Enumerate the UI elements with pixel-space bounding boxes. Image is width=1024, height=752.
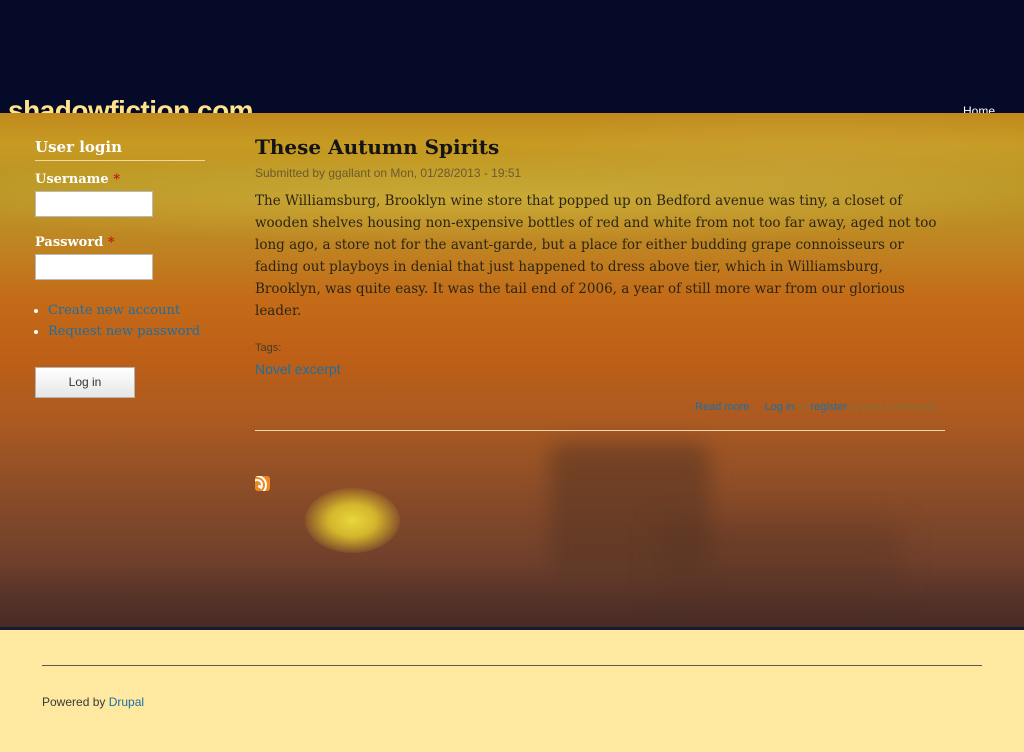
username-input[interactable] xyxy=(35,191,153,217)
node-title-link[interactable]: These Autumn Spirits xyxy=(255,135,945,159)
drupal-link[interactable]: Drupal xyxy=(109,695,144,709)
login-link[interactable]: Log in xyxy=(765,401,795,413)
password-input[interactable] xyxy=(35,254,153,280)
username-label: Username * xyxy=(35,172,205,188)
request-password-link[interactable]: Request new password xyxy=(48,324,200,339)
create-account-link[interactable]: Create new account xyxy=(48,303,180,318)
node-links: Read more Log in or register to post com… xyxy=(255,400,945,414)
background-ground xyxy=(0,563,1024,627)
tag-link-novel-excerpt[interactable]: Novel excerpt xyxy=(255,361,341,378)
powered-by-text: Powered by xyxy=(42,695,106,709)
site-name-link[interactable]: shadowfiction.com xyxy=(8,95,254,113)
required-marker: * xyxy=(107,235,115,250)
list-item: Request new password xyxy=(48,321,205,342)
register-link[interactable]: register xyxy=(810,401,847,413)
login-button[interactable]: Log in xyxy=(35,367,135,398)
nav-home-link[interactable]: Home xyxy=(963,104,995,113)
background-sun xyxy=(305,488,400,553)
user-login-title: User login xyxy=(35,137,205,161)
site-header: shadowfiction.com Home xyxy=(0,0,1024,113)
divider xyxy=(42,665,982,666)
password-label: Password * xyxy=(35,235,205,251)
main-region: User login Username * Password * Create … xyxy=(0,113,1024,627)
account-links: Create new account Request new password xyxy=(35,300,205,342)
site-footer: Powered by Drupal xyxy=(0,630,1024,752)
read-more-link[interactable]: Read more xyxy=(695,401,749,413)
user-login-block: User login Username * Password * Create … xyxy=(35,137,205,398)
node-article: These Autumn Spirits Submitted by ggalla… xyxy=(255,135,945,491)
or-text: or xyxy=(797,401,808,413)
username-label-text: Username xyxy=(35,172,109,187)
tags-label: Tags: xyxy=(255,342,282,354)
node-body: The Williamsburg, Brooklyn wine store th… xyxy=(255,193,937,319)
divider xyxy=(255,430,945,431)
submitted-info: Submitted by ggallant on Mon, 01/28/2013… xyxy=(255,166,522,180)
rss-feed-icon[interactable] xyxy=(255,476,270,491)
powered-by: Powered by Drupal xyxy=(42,695,144,709)
list-item: Create new account xyxy=(48,300,205,321)
required-marker: * xyxy=(113,172,121,187)
password-label-text: Password xyxy=(35,235,104,250)
post-comments-text: to post comments xyxy=(850,401,937,413)
